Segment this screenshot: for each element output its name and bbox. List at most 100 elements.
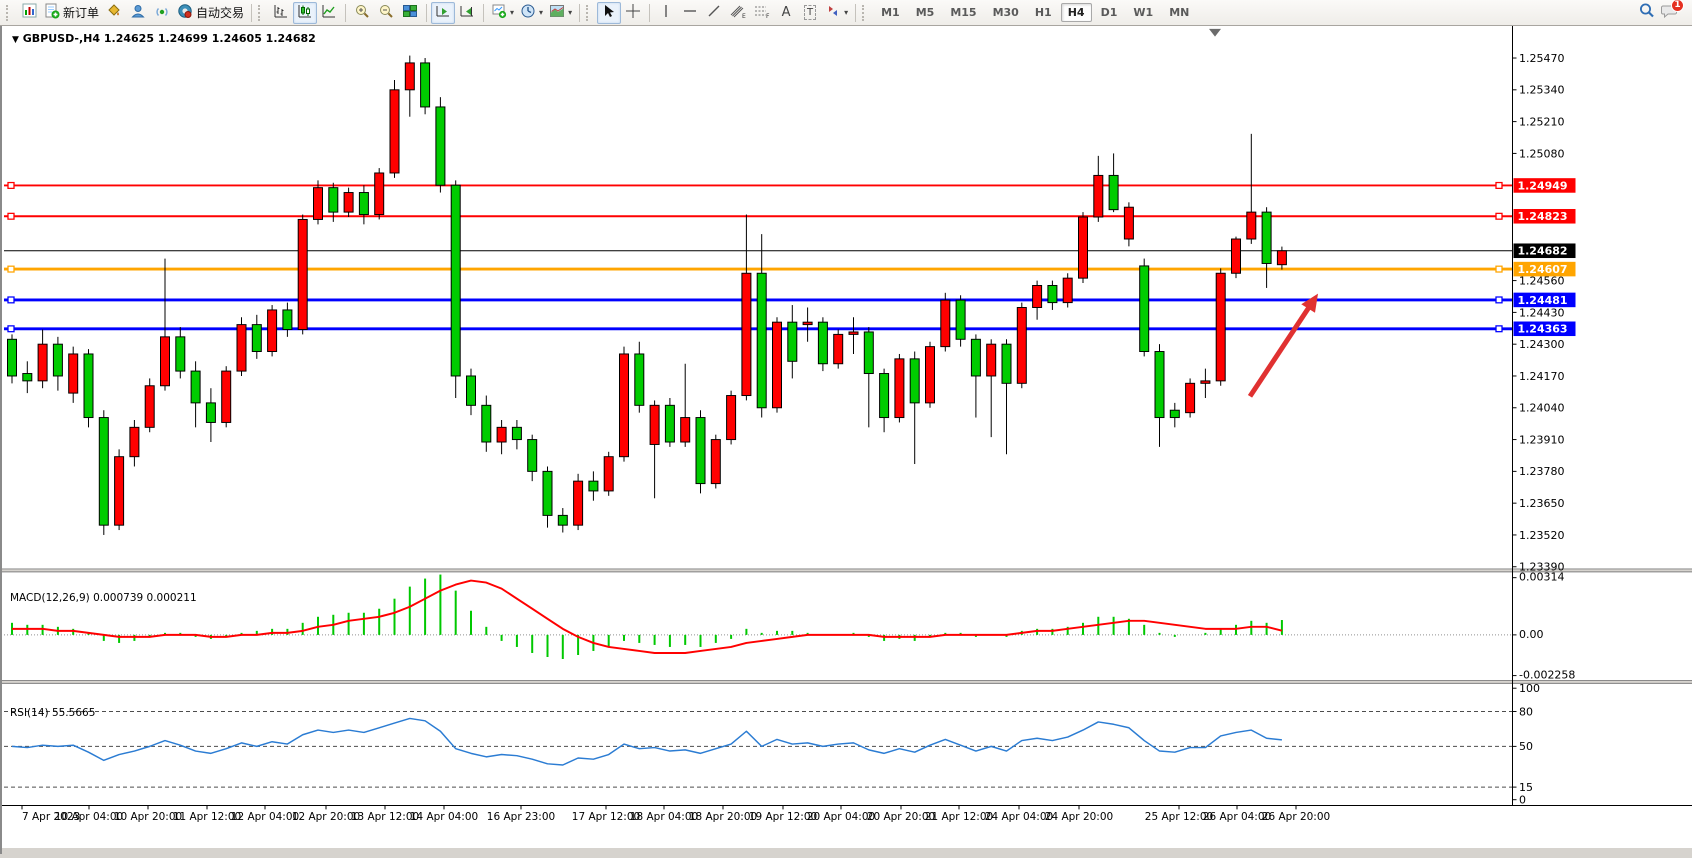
candle-body (268, 310, 277, 352)
candle-body (773, 322, 782, 408)
candle-body (1033, 285, 1042, 307)
timeframe-button-M15[interactable]: M15 (943, 3, 983, 22)
candle-body (910, 359, 919, 403)
price-tick-label: 1.23910 (1519, 434, 1565, 447)
text-button[interactable]: A (774, 2, 798, 24)
price-tick-label: 1.23520 (1519, 529, 1565, 542)
candle-body (512, 427, 521, 439)
toolbar-separator (251, 4, 252, 22)
fibonacci-icon: F (753, 3, 771, 23)
timeframe-button-M5[interactable]: M5 (909, 3, 942, 22)
candle-body (451, 185, 460, 376)
chart-title[interactable]: ▼ GBPUSD-,H4 1.24625 1.24699 1.24605 1.2… (12, 32, 316, 45)
candle-body (971, 339, 980, 376)
candle-body (161, 337, 170, 386)
crosshair-button[interactable] (621, 2, 645, 24)
price-tick-label: 1.23780 (1519, 465, 1565, 478)
dropdown-caret-icon: ▾ (844, 9, 848, 17)
hline-handle[interactable] (8, 326, 14, 332)
new-chart-button[interactable]: ▾ (488, 2, 517, 24)
candle-body (941, 300, 950, 346)
price-badge-label: 1.24481 (1518, 294, 1568, 307)
candle-body (711, 440, 720, 484)
toolbar-grip (258, 5, 265, 21)
timeframe-button-MN[interactable]: MN (1162, 3, 1196, 22)
auto-scroll-button[interactable] (431, 2, 455, 24)
timeframe-button-M1[interactable]: M1 (874, 3, 907, 22)
search-button[interactable] (1634, 2, 1658, 24)
toolbar-separator (426, 4, 427, 22)
chart-menu-icon[interactable]: ▼ (12, 35, 19, 45)
price-tick-label: 1.24300 (1519, 338, 1565, 351)
zoom-in-button[interactable] (350, 2, 374, 24)
line-chart-button[interactable] (317, 2, 341, 24)
candle-body (145, 386, 154, 428)
candle-body (803, 322, 812, 324)
candle-body (926, 347, 935, 403)
candle-body (864, 332, 873, 374)
toolbar-separator (579, 4, 580, 22)
chart-window-button[interactable] (17, 2, 41, 24)
candle-body (375, 173, 384, 215)
hline-handle[interactable] (1496, 297, 1502, 303)
candle-body (344, 193, 353, 213)
hline-handle[interactable] (1496, 213, 1502, 219)
hline-handle[interactable] (1496, 183, 1502, 189)
chart-shift-button[interactable] (455, 2, 479, 24)
candlestick-chart-button[interactable] (293, 2, 317, 24)
zoom-out-button[interactable] (374, 2, 398, 24)
mt4-application: 新订单 自动交易 (0, 0, 1692, 854)
profiles-button[interactable]: ▾ (517, 2, 546, 24)
price-badge-label: 1.24682 (1518, 245, 1568, 258)
autotrade-button[interactable]: 自动交易 (174, 2, 247, 24)
equidistant-channel-button[interactable]: E (726, 2, 750, 24)
arrows-tool-button[interactable]: ▾ (822, 2, 851, 24)
hline-handle[interactable] (8, 266, 14, 272)
fibonacci-button[interactable]: F (750, 2, 774, 24)
hline-handle[interactable] (1496, 266, 1502, 272)
candle-body (665, 405, 674, 442)
new-order-button[interactable]: 新订单 (41, 2, 102, 24)
candle-body (1277, 251, 1286, 265)
timeframe-button-M30[interactable]: M30 (986, 3, 1026, 22)
timeframe-button-W1[interactable]: W1 (1126, 3, 1160, 22)
macd-tick-label: 0.00 (1519, 628, 1544, 641)
timeframe-button-D1[interactable]: D1 (1094, 3, 1125, 22)
trendline-button[interactable] (702, 2, 726, 24)
hline-handle[interactable] (8, 213, 14, 219)
styles-button[interactable] (102, 2, 126, 24)
time-tick-label: 24 Apr 04:00 (985, 811, 1053, 823)
notification-badge: 1 (1671, 0, 1684, 12)
templates-icon (549, 3, 565, 23)
templates-button[interactable]: ▾ (546, 2, 575, 24)
candle-body (650, 405, 659, 444)
candle-body (1002, 344, 1011, 383)
hline-handle[interactable] (8, 297, 14, 303)
zoom-out-icon (378, 3, 394, 23)
horizontal-line-button[interactable] (678, 2, 702, 24)
chart-canvas[interactable]: 1.254701.253401.252101.250801.245601.244… (0, 26, 1692, 854)
candle-body (757, 273, 766, 408)
toolbar-separator (483, 4, 484, 22)
vertical-line-button[interactable] (654, 2, 678, 24)
candle-body (604, 457, 613, 491)
timeframe-button-H1[interactable]: H1 (1028, 3, 1059, 22)
notifications-button[interactable]: 1 (1658, 2, 1682, 24)
toolbar-grip (586, 5, 593, 21)
signal-button[interactable] (150, 2, 174, 24)
time-tick-label: 12 Apr 04:00 (231, 811, 299, 823)
tile-windows-button[interactable] (398, 2, 422, 24)
hline-handle[interactable] (1496, 326, 1502, 332)
hline-handle[interactable] (8, 183, 14, 189)
profile-button[interactable] (126, 2, 150, 24)
dropdown-caret-icon: ▾ (539, 9, 543, 17)
bar-chart-button[interactable] (269, 2, 293, 24)
dropdown-caret-icon: ▾ (568, 9, 572, 17)
time-tick-label: 14 Apr 04:00 (410, 811, 478, 823)
candle-body (1247, 212, 1256, 239)
price-tick-label: 1.23650 (1519, 497, 1565, 510)
cursor-button[interactable] (597, 2, 621, 24)
text-label-button[interactable]: T (798, 2, 822, 24)
timeframe-button-H4[interactable]: H4 (1061, 3, 1092, 22)
crosshair-icon (625, 3, 641, 23)
